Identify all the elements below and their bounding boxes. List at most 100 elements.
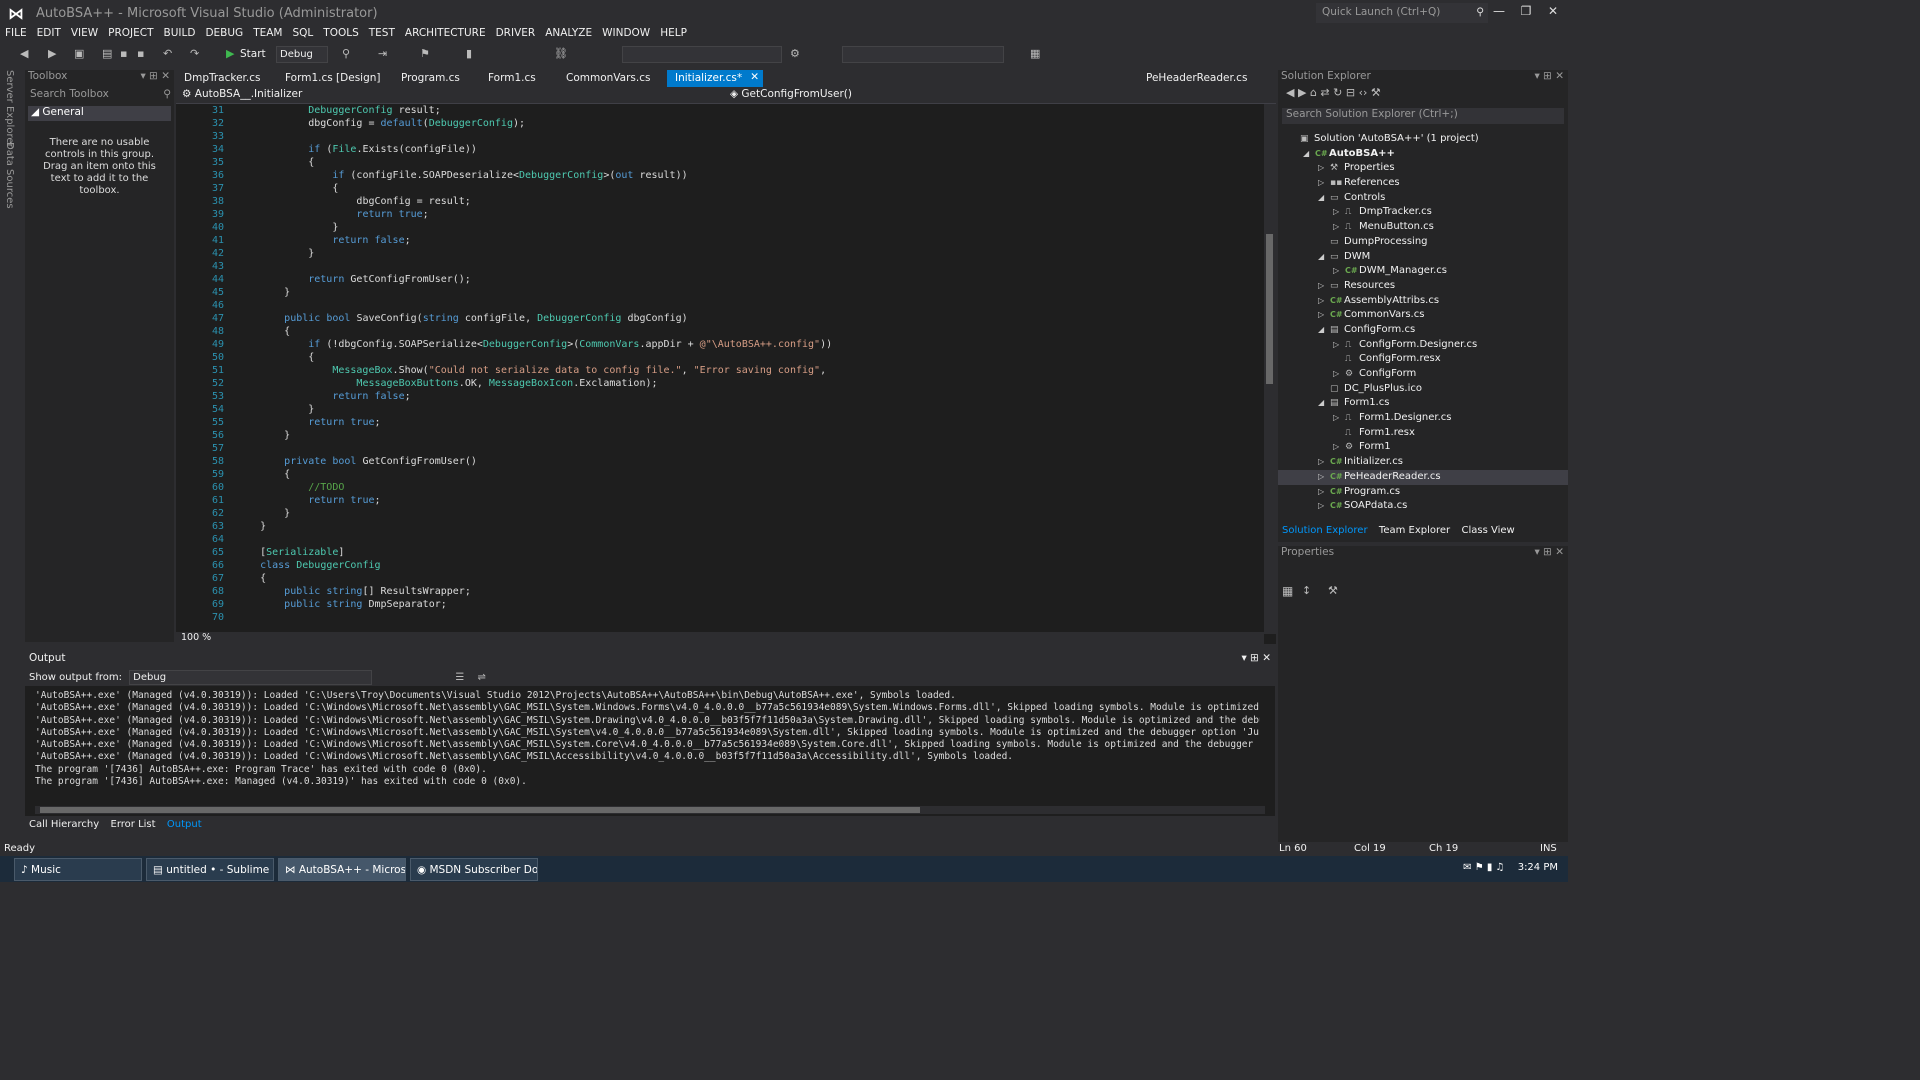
tree-item[interactable]: ▷ C#Program.cs bbox=[1278, 485, 1568, 500]
server-explorer-tab[interactable]: Server Explorer bbox=[4, 70, 15, 148]
taskbar-item-sublime[interactable]: ▤ untitled • - Sublime ... bbox=[146, 858, 274, 881]
menu-edit[interactable]: EDIT bbox=[32, 26, 66, 39]
menu-test[interactable]: TEST bbox=[364, 26, 400, 39]
tab-solution-explorer[interactable]: Solution Explorer bbox=[1278, 524, 1372, 537]
solution-explorer-search-input[interactable]: Search Solution Explorer (Ctrl+;) bbox=[1282, 108, 1564, 124]
tab-program[interactable]: Program.cs bbox=[393, 70, 468, 87]
menu-team[interactable]: TEAM bbox=[248, 26, 287, 39]
network-icon[interactable]: ▮ bbox=[1487, 862, 1493, 873]
save-all-icon[interactable]: ▪ bbox=[137, 46, 144, 62]
code-line[interactable] bbox=[236, 533, 1256, 546]
tree-item[interactable]: ▷ C#SOAPdata.cs bbox=[1278, 499, 1568, 514]
code-line[interactable]: return false; bbox=[236, 390, 1256, 403]
tree-item[interactable]: ◢ ▤ ConfigForm.cs bbox=[1278, 323, 1568, 338]
code-line[interactable]: return true; bbox=[236, 494, 1256, 507]
collapse-icon[interactable]: ◢ bbox=[1318, 250, 1330, 265]
code-line[interactable]: { bbox=[236, 182, 1256, 195]
tree-item[interactable]: ▷ C#AssemblyAttribs.cs bbox=[1278, 294, 1568, 309]
tree-item[interactable]: ◢ ▤ Form1.cs bbox=[1278, 396, 1568, 411]
tree-item[interactable]: ▷ ⚙ ConfigForm bbox=[1278, 367, 1568, 382]
tree-item[interactable]: ▷ ⚒ Properties bbox=[1278, 161, 1568, 176]
taskbar-item-visual-studio[interactable]: ⋈ AutoBSA++ - Micros... bbox=[278, 858, 406, 881]
forward-icon[interactable]: ▶ bbox=[48, 46, 56, 62]
expand-icon[interactable]: ▷ bbox=[1333, 367, 1345, 382]
expand-icon[interactable]: ▷ bbox=[1318, 294, 1330, 309]
code-line[interactable]: } bbox=[236, 247, 1256, 260]
data-sources-tab[interactable]: Data Sources bbox=[4, 142, 15, 209]
expand-icon[interactable]: ▷ bbox=[1333, 220, 1345, 235]
tab-dmptracker[interactable]: DmpTracker.cs bbox=[176, 70, 268, 87]
tree-item[interactable]: ▷ ⎍ DmpTracker.cs bbox=[1278, 205, 1568, 220]
output-scroll-thumb[interactable] bbox=[40, 807, 920, 813]
code-line[interactable]: [Serializable] bbox=[236, 546, 1256, 559]
tab-commonvars[interactable]: CommonVars.cs bbox=[558, 70, 658, 87]
expand-icon[interactable]: ▷ bbox=[1333, 440, 1345, 455]
toolbox-group-general[interactable]: ◢ General bbox=[28, 106, 171, 121]
tree-item[interactable]: ▷ C#CommonVars.cs bbox=[1278, 308, 1568, 323]
back-icon[interactable]: ◀ bbox=[20, 46, 28, 62]
menu-tools[interactable]: TOOLS bbox=[318, 26, 363, 39]
menu-view[interactable]: VIEW bbox=[66, 26, 103, 39]
code-line[interactable]: dbgConfig = result; bbox=[236, 195, 1256, 208]
code-line[interactable]: { bbox=[236, 572, 1256, 585]
code-line[interactable]: } bbox=[236, 429, 1256, 442]
code-line[interactable]: } bbox=[236, 221, 1256, 234]
code-line[interactable] bbox=[236, 611, 1256, 624]
collapse-icon[interactable]: ◢ bbox=[1318, 323, 1330, 338]
view-code-icon[interactable]: ‹› bbox=[1359, 86, 1368, 99]
code-line[interactable]: dbgConfig = default(DebuggerConfig); bbox=[236, 117, 1256, 130]
code-line[interactable]: } bbox=[236, 520, 1256, 533]
output-horizontal-scrollbar[interactable] bbox=[35, 806, 1265, 814]
tab-output[interactable]: Output bbox=[163, 818, 206, 831]
code-line[interactable]: public string[] ResultsWrapper; bbox=[236, 585, 1256, 598]
close-tab-icon[interactable]: ✕ bbox=[750, 71, 759, 83]
target-select[interactable] bbox=[622, 46, 782, 63]
zoom-level[interactable]: 100 % bbox=[176, 632, 211, 643]
expand-icon[interactable]: ▷ bbox=[1318, 485, 1330, 500]
tab-form1-design[interactable]: Form1.cs [Design] bbox=[277, 70, 389, 87]
sync-icon[interactable]: ⇄ bbox=[1320, 86, 1329, 99]
code-line[interactable]: //TODO bbox=[236, 481, 1256, 494]
tree-item[interactable]: ▷ C#Initializer.cs bbox=[1278, 455, 1568, 470]
code-text[interactable]: DebuggerConfig result; dbgConfig = defau… bbox=[236, 104, 1256, 634]
menu-driver[interactable]: DRIVER bbox=[491, 26, 541, 39]
tree-item[interactable]: ⎍ Form1.resx bbox=[1278, 426, 1568, 441]
tree-item[interactable]: ▷ ▭ Resources bbox=[1278, 279, 1568, 294]
home-icon[interactable]: ⌂ bbox=[1310, 86, 1317, 99]
menu-sql[interactable]: SQL bbox=[288, 26, 319, 39]
code-line[interactable]: class DebuggerConfig bbox=[236, 559, 1256, 572]
tab-class-view[interactable]: Class View bbox=[1458, 524, 1519, 537]
tree-item[interactable]: ▷ ⚙ Form1 bbox=[1278, 440, 1568, 455]
expand-icon[interactable]: ▷ bbox=[1333, 338, 1345, 353]
tree-item[interactable]: ▣ Solution 'AutoBSA++' (1 project) bbox=[1278, 132, 1568, 147]
tree-item[interactable]: ▷ C#DWM_Manager.cs bbox=[1278, 264, 1568, 279]
tree-item[interactable]: ▷ C#PeHeaderReader.cs bbox=[1278, 469, 1568, 485]
code-line[interactable]: { bbox=[236, 325, 1256, 338]
collapse-all-icon[interactable]: ⊟ bbox=[1346, 86, 1355, 99]
forward-icon[interactable]: ▶ bbox=[1298, 86, 1306, 99]
tree-item[interactable]: ▷ ⎍ MenuButton.cs bbox=[1278, 220, 1568, 235]
word-wrap-icon[interactable]: ⇌ bbox=[478, 672, 486, 683]
solution-configuration-select[interactable]: Debug bbox=[276, 46, 328, 63]
tree-item[interactable]: ◢ ▭ Controls bbox=[1278, 191, 1568, 206]
toolbox-search-input[interactable]: Search Toolbox ⚲ bbox=[28, 88, 171, 104]
type-dropdown[interactable]: ⚙ AutoBSA__.Initializer bbox=[182, 88, 722, 103]
collapse-icon[interactable]: ◢ bbox=[1318, 396, 1330, 411]
expand-icon[interactable]: ▷ bbox=[1333, 264, 1345, 279]
code-line[interactable] bbox=[236, 299, 1256, 312]
open-file-icon[interactable]: ▤ bbox=[102, 46, 112, 62]
property-pages-icon[interactable]: ⚒ bbox=[1328, 584, 1338, 597]
menu-build[interactable]: BUILD bbox=[159, 26, 201, 39]
output-text[interactable]: 'AutoBSA++.exe' (Managed (v4.0.30319)): … bbox=[35, 690, 1260, 800]
attach-icon[interactable]: ⛓ bbox=[554, 46, 568, 62]
new-project-icon[interactable]: ▣ bbox=[74, 46, 84, 62]
minimize-button[interactable]: — bbox=[1488, 4, 1510, 22]
taskbar-item-msdn[interactable]: ◉ MSDN Subscriber Do... bbox=[410, 858, 538, 881]
code-area[interactable]: 31 32 33 34 35 36 37 38 39 40 41 42 43 44 45 46 47 48 49 50… bbox=[176, 104, 1264, 634]
code-line[interactable]: private bool GetConfigFromUser() bbox=[236, 455, 1256, 468]
code-line[interactable]: if (File.Exists(configFile)) bbox=[236, 143, 1256, 156]
step-icon[interactable]: ⇥ bbox=[378, 46, 387, 62]
tree-item[interactable]: ▷ ⎍ ConfigForm.Designer.cs bbox=[1278, 338, 1568, 353]
code-line[interactable]: { bbox=[236, 351, 1256, 364]
menu-window[interactable]: WINDOW bbox=[597, 26, 655, 39]
